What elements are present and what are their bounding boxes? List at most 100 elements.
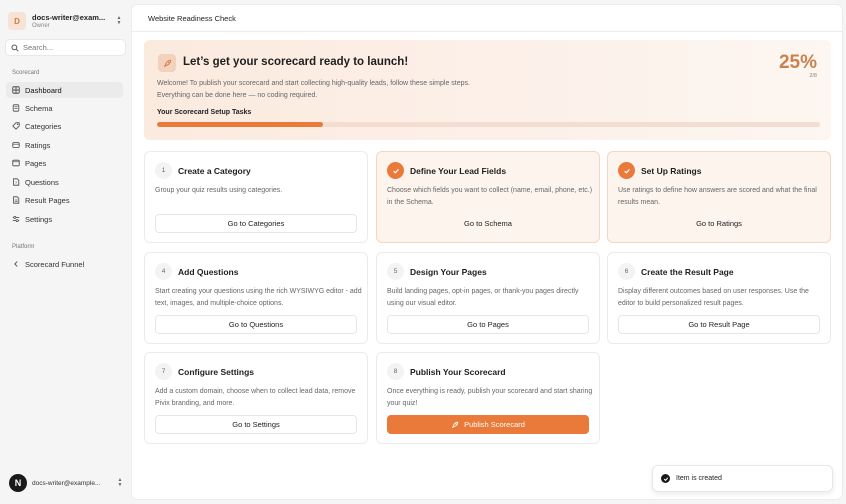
sidebar-item-label: Ratings — [25, 140, 51, 150]
sidebar-item-label: Questions — [25, 177, 59, 187]
main-panel: Website Readiness Check Let’s get your s… — [131, 4, 843, 500]
task-card-design-pages: 5 Design Your Pages Build landing pages,… — [376, 252, 600, 344]
progress-count: 2/8 — [809, 73, 817, 79]
user-avatar: N — [9, 474, 27, 492]
go-to-result-page-button[interactable]: Go to Result Page — [618, 315, 820, 334]
launch-banner: Let’s get your scorecard ready to launch… — [144, 40, 831, 140]
task-card-define-lead-fields: Define Your Lead Fields Choose which fie… — [376, 151, 600, 243]
task-card-publish-scorecard: 8 Publish Your Scorecard Once everything… — [376, 352, 600, 444]
publish-button-label: Publish Scorecard — [464, 420, 525, 429]
account-switcher[interactable]: D docs-writer@exam... Owner ▲ ▼ — [8, 10, 123, 32]
task-title: Publish Your Scorecard — [410, 367, 506, 377]
chevron-up-down-icon: ▲ ▼ — [116, 15, 122, 26]
go-to-settings-button[interactable]: Go to Settings — [155, 415, 357, 434]
step-number: 1 — [155, 162, 172, 179]
sidebar-item-label: Settings — [25, 214, 53, 224]
account-role: Owner — [32, 23, 50, 29]
account-avatar: D — [8, 12, 26, 30]
check-circle-icon — [661, 474, 670, 483]
task-description: Choose which fields you want to collect … — [387, 187, 593, 206]
sidebar: D docs-writer@exam... Owner ▲▼ Scorecard… — [0, 0, 131, 504]
sidebar-item-dashboard[interactable]: Dashboard — [6, 82, 123, 98]
go-to-pages-button[interactable]: Go to Pages — [387, 315, 589, 334]
task-card-set-up-ratings: Set Up Ratings Use ratings to define how… — [607, 151, 831, 243]
topbar: Website Readiness Check — [132, 5, 842, 32]
progress-percent: 25% — [778, 52, 817, 73]
toast-notification: Item is created — [652, 465, 833, 492]
user-menu[interactable]: N docs-writer@example... ▲ ▼ — [9, 474, 124, 492]
search-input[interactable] — [23, 43, 123, 52]
group-label-scorecard: Scorecard — [12, 70, 40, 76]
task-description: Once everything is ready, publish your s… — [387, 388, 593, 407]
group-label-platform: Platform — [12, 244, 35, 250]
result-pages-icon — [13, 196, 20, 204]
publish-scorecard-button[interactable]: Publish Scorecard — [387, 415, 589, 434]
sidebar-item-result-pages[interactable]: Result Pages — [6, 192, 123, 208]
sidebar-item-label: Dashboard — [25, 85, 62, 95]
progress-bar-fill — [157, 122, 323, 127]
search-box[interactable] — [5, 39, 126, 56]
categories-icon — [12, 122, 20, 130]
sidebar-item-categories[interactable]: Categories — [6, 118, 123, 134]
banner-title: Let’s get your scorecard ready to launch… — [183, 56, 409, 68]
progress-bar — [157, 122, 820, 127]
task-title: Configure Settings — [178, 367, 255, 377]
step-number: 7 — [155, 363, 172, 380]
task-card-add-questions: 4 Add Questions Start creating your ques… — [144, 252, 368, 344]
task-description: Add a custom domain, choose when to coll… — [155, 388, 356, 407]
pages-icon — [12, 159, 20, 167]
sidebar-item-pages[interactable]: Pages — [6, 155, 123, 171]
check-icon — [618, 162, 635, 179]
user-email: docs-writer@example... — [32, 479, 101, 487]
task-description: Start creating your questions using the … — [155, 288, 362, 307]
sidebar-item-label: Pages — [25, 158, 47, 168]
task-title: Define Your Lead Fields — [410, 166, 507, 176]
step-number: 8 — [387, 363, 404, 380]
rocket-icon — [158, 54, 176, 72]
page-title: Website Readiness Check — [148, 14, 236, 23]
step-number: 4 — [155, 263, 172, 280]
search-icon — [11, 43, 19, 52]
task-description: Use ratings to define how answers are sc… — [618, 187, 817, 206]
banner-description: Welcome! To publish your scorecard and s… — [157, 80, 470, 99]
check-icon — [387, 162, 404, 179]
task-title: Add Questions — [178, 267, 239, 277]
questions-icon: ? — [13, 178, 20, 186]
go-to-ratings-button[interactable]: Go to Ratings — [618, 214, 820, 233]
go-to-categories-button[interactable]: Go to Categories — [155, 214, 357, 233]
sidebar-item-label: Scorecard Funnel — [25, 259, 85, 269]
tasks-heading: Your Scorecard Setup Tasks — [157, 109, 252, 116]
step-number: 6 — [618, 263, 635, 280]
settings-icon — [12, 216, 20, 222]
account-email: docs-writer@exam... — [32, 13, 106, 22]
task-card-create-result-page: 6 Create the Result Page Display differe… — [607, 252, 831, 344]
sidebar-item-label: Categories — [25, 121, 62, 131]
svg-text:?: ? — [15, 180, 18, 185]
go-to-schema-button[interactable]: Go to Schema — [387, 214, 589, 233]
task-card-create-category: 1 Create a Category Group your quiz resu… — [144, 151, 368, 243]
sidebar-item-label: Result Pages — [25, 195, 70, 205]
task-description: Build landing pages, opt-in pages, or th… — [387, 288, 579, 307]
task-description: Display different outcomes based on user… — [618, 288, 809, 307]
step-number: 5 — [387, 263, 404, 280]
chevron-left-icon — [14, 261, 18, 267]
dashboard-icon — [12, 86, 20, 94]
sidebar-item-scorecard-funnel[interactable]: Scorecard Funnel — [6, 256, 123, 272]
toast-message: Item is created — [676, 475, 722, 482]
task-title: Design Your Pages — [410, 267, 487, 277]
sidebar-item-questions[interactable]: ? Questions — [6, 174, 123, 190]
go-to-questions-button[interactable]: Go to Questions — [155, 315, 357, 334]
sidebar-item-settings[interactable]: Settings — [6, 211, 123, 227]
task-description: Group your quiz results using categories… — [155, 187, 283, 194]
sidebar-item-schema[interactable]: Schema — [6, 100, 123, 116]
rocket-icon — [451, 421, 459, 428]
ratings-icon — [12, 142, 20, 148]
task-title: Create the Result Page — [641, 267, 734, 277]
schema-icon — [12, 104, 20, 112]
task-card-configure-settings: 7 Configure Settings Add a custom domain… — [144, 352, 368, 444]
chevron-up-down-icon: ▲ ▼ — [117, 477, 123, 488]
task-title: Create a Category — [178, 166, 251, 176]
sidebar-item-ratings[interactable]: Ratings — [6, 137, 123, 153]
sidebar-item-label: Schema — [25, 103, 53, 113]
task-title: Set Up Ratings — [641, 166, 702, 176]
